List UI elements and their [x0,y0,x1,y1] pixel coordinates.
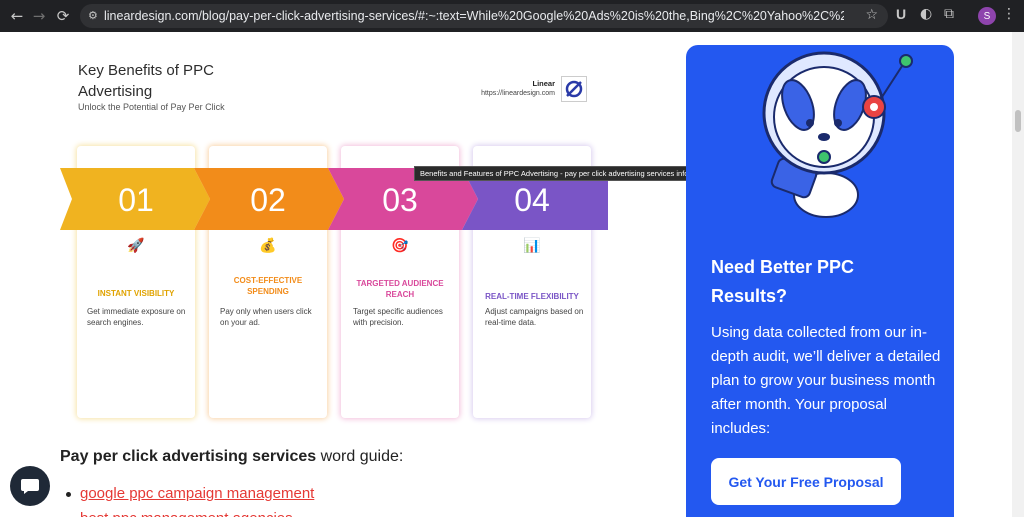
step-desc-2: Pay only when users click on your ad. [220,307,312,327]
scrollbar[interactable] [1012,32,1024,517]
circle-extension-icon[interactable]: ◐ [920,6,932,22]
step-number-1: 01 [118,182,154,218]
brand-url: https://lineardesign.com [481,90,555,97]
step-title-2: COST-EFFECTIVE SPENDING [233,276,303,296]
address-bar[interactable]: ⚙ lineardesign.com/blog/pay-per-click-ad… [80,4,888,28]
brand-name: Linear [532,79,555,88]
guide-heading: Pay per click advertising services word … [60,448,403,466]
step-desc-1: Get immediate exposure on search engines… [87,307,186,327]
infographic-title: Key Benefits of PPC Advertising [78,62,214,100]
step-title-4: REAL-TIME FLEXIBILITY [485,292,579,301]
guide-heading-rest: word guide: [316,448,404,465]
ppc-cta-panel: Need Better PPC Results? Using data coll… [686,45,954,517]
extension-icon[interactable]: ⧉ [944,6,954,22]
panel-title: Need Better PPC Results? [711,257,855,306]
bullet-icon [66,492,71,497]
reload-icon[interactable]: ⟳ [50,3,76,29]
guide-link-2[interactable]: best ppc management agencies [80,510,293,517]
star-icon[interactable]: ☆ [865,7,878,23]
target-icon: 🎯 [391,238,409,254]
step-desc-3: Target specific audiences with precision… [353,307,443,327]
scroll-thumb[interactable] [1015,110,1021,132]
step-title-1: INSTANT VISIBILITY [97,289,175,298]
forward-icon[interactable]: → [26,3,52,29]
profile-avatar[interactable]: S [978,7,996,25]
step-number-3: 03 [382,182,418,218]
linear-logo-icon [561,76,587,102]
rocket-icon: 🚀 [127,238,145,254]
panel-body: Using data collected from our in-depth a… [711,324,941,437]
url-text[interactable]: lineardesign.com/blog/pay-per-click-adve… [104,9,844,23]
u-extension-icon[interactable]: U [896,6,906,22]
site-settings-icon[interactable]: ⚙ [88,9,102,23]
guide-heading-bold: Pay per click advertising services [60,448,317,465]
page-content: Key Benefits of PPC Advertising Unlock t… [0,32,1024,517]
infographic-subtitle: Unlock the Potential of Pay Per Click [78,102,225,112]
chat-bubble-icon [21,479,39,494]
menu-icon[interactable]: ⋮ [1002,6,1016,22]
astronaut-dog-illustration-icon [762,51,913,218]
browser-toolbar: ← → ⟳ ⚙ lineardesign.com/blog/pay-per-cl… [0,0,1024,32]
step-number-2: 02 [250,182,286,218]
money-bag-icon: 💰 [259,238,277,254]
step-title-3: TARGETED AUDIENCE REACH [356,279,444,299]
chat-button[interactable] [10,466,50,506]
step-desc-4: Adjust campaigns based on real-time data… [485,307,584,327]
get-free-proposal-button[interactable]: Get Your Free Proposal [711,458,901,505]
guide-link-1[interactable]: google ppc campaign management [80,485,314,502]
bar-chart-icon: 📊 [523,238,541,254]
step-number-4: 04 [514,182,550,218]
